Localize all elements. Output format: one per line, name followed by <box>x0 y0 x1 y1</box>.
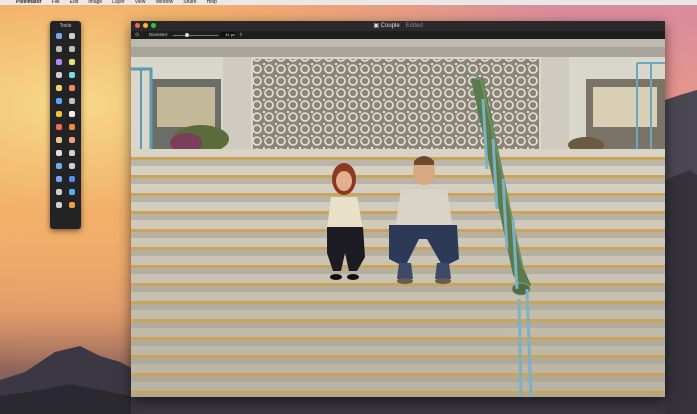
document-icon: ▣ <box>373 23 381 29</box>
menu-layer[interactable]: Layer <box>112 0 125 5</box>
move-tool-icon <box>56 33 62 39</box>
shape-tool-button[interactable] <box>53 96 65 106</box>
crop-tool-button[interactable] <box>53 70 65 80</box>
brush-preset-icon[interactable]: ⊙ <box>135 32 139 38</box>
sponge-tool-icon <box>56 137 62 143</box>
tools-grid <box>53 31 78 210</box>
title-bar[interactable]: ▣ Couple Edited <box>131 21 665 31</box>
red-eye-tool-icon <box>56 150 62 156</box>
eraser-tool-icon <box>56 124 62 130</box>
sharpen-tool-button[interactable] <box>66 148 78 158</box>
quick-select-tool-icon <box>69 59 75 65</box>
clone-tool-button[interactable] <box>66 109 78 119</box>
lasso-tool-icon <box>69 46 75 52</box>
menu-app-name[interactable]: Pixelmator <box>16 0 42 5</box>
smudge-tool-button[interactable] <box>66 135 78 145</box>
eyedropper-tool-button[interactable] <box>66 70 78 80</box>
diameter-stepper[interactable]: ⇕ <box>239 32 243 38</box>
menu-help[interactable]: Help <box>207 0 217 5</box>
zoom-tool-icon <box>69 202 75 208</box>
magic-wand-tool-button[interactable] <box>53 57 65 67</box>
zoom-tool-button[interactable] <box>66 200 78 210</box>
hand-tool-icon <box>56 202 62 208</box>
burn-tool-icon <box>69 124 75 130</box>
paint-bucket-tool-button[interactable] <box>53 109 65 119</box>
pencil-tool-button[interactable] <box>53 83 65 93</box>
eyedropper-tool-icon <box>69 72 75 78</box>
menu-window[interactable]: Window <box>155 0 173 5</box>
window-title: ▣ Couple Edited <box>131 22 665 29</box>
diameter-slider[interactable] <box>173 34 218 36</box>
arrow-tool-icon <box>69 33 75 39</box>
diameter-slider-knob[interactable] <box>185 33 189 37</box>
menu-edit[interactable]: Edit <box>70 0 79 5</box>
diameter-label: Diameter: <box>149 32 169 37</box>
burn-tool-button[interactable] <box>66 122 78 132</box>
gear-tool-button[interactable] <box>66 96 78 106</box>
pencil-tool-icon <box>56 85 62 91</box>
blur-tool-icon <box>56 163 62 169</box>
arrow-tool-button[interactable] <box>66 31 78 41</box>
document-window: ▣ Couple Edited ⊙ Diameter: 41 px ⇕ <box>131 21 665 397</box>
sharpen-tool-icon <box>69 150 75 156</box>
dodge-tool-icon <box>69 163 75 169</box>
clone-tool-icon <box>69 111 75 117</box>
red-eye-tool-button[interactable] <box>53 148 65 158</box>
menu-image[interactable]: Image <box>88 0 102 5</box>
menu-file[interactable]: File <box>52 0 60 5</box>
paint-bucket-tool-icon <box>56 111 62 117</box>
quick-select-tool-button[interactable] <box>66 57 78 67</box>
tools-title: Tools <box>59 23 72 29</box>
menu-bar: Pixelmator File Edit Image Layer View Wi… <box>0 0 697 5</box>
dodge-tool-button[interactable] <box>66 161 78 171</box>
gear-tool-icon <box>69 98 75 104</box>
gradient-tool-button[interactable] <box>66 174 78 184</box>
gradient-tool-icon <box>69 176 75 182</box>
pen-tool-icon <box>56 176 62 182</box>
type-tool-button[interactable] <box>53 187 65 197</box>
rect-select-tool-button[interactable] <box>53 44 65 54</box>
type-tool-icon <box>56 189 62 195</box>
brush-tool-button[interactable] <box>66 83 78 93</box>
hand-tool-button[interactable] <box>53 200 65 210</box>
crop-tool-icon <box>56 72 62 78</box>
magic-wand-tool-icon <box>56 59 62 65</box>
edited-status: Edited <box>405 23 423 29</box>
sponge-tool-button[interactable] <box>53 135 65 145</box>
smudge-tool-icon <box>69 137 75 143</box>
tool-options-bar: ⊙ Diameter: 41 px ⇕ <box>131 31 665 39</box>
diameter-value-field[interactable]: 41 px <box>220 32 236 37</box>
eraser-tool-button[interactable] <box>53 122 65 132</box>
brush-tool-icon <box>69 85 75 91</box>
photo-canvas[interactable] <box>131 39 665 397</box>
lasso-tool-button[interactable] <box>66 44 78 54</box>
rect-select-tool-icon <box>56 46 62 52</box>
photo-image <box>131 39 665 397</box>
menu-view[interactable]: View <box>135 0 146 5</box>
blur-tool-button[interactable] <box>53 161 65 171</box>
menu-share[interactable]: Share <box>183 0 196 5</box>
document-name: Couple <box>380 23 400 29</box>
move-tool-button[interactable] <box>53 31 65 41</box>
heart-shape-tool-button[interactable] <box>66 187 78 197</box>
tools-palette: Tools <box>50 21 81 229</box>
heart-shape-tool-icon <box>69 189 75 195</box>
shape-tool-icon <box>56 98 62 104</box>
pen-tool-button[interactable] <box>53 174 65 184</box>
